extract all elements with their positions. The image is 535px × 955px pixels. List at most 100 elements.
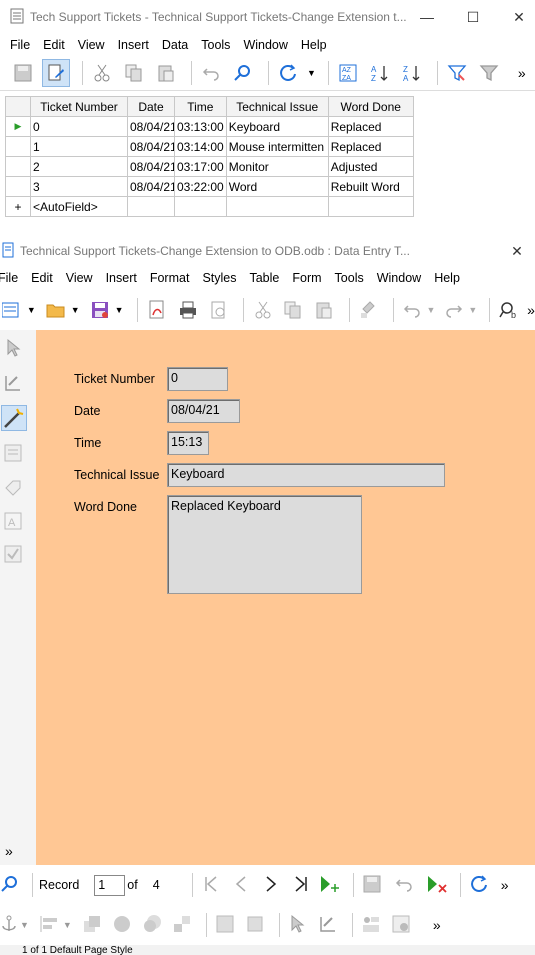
copy-icon[interactable]: [281, 297, 306, 323]
save-record-icon[interactable]: [362, 874, 382, 897]
circle-shape-icon[interactable]: [112, 914, 132, 937]
table-cell[interactable]: Mouse intermitten: [225, 136, 329, 157]
menu-file[interactable]: File: [10, 38, 37, 52]
table-cell[interactable]: [127, 196, 175, 217]
save-record-icon[interactable]: [10, 60, 36, 86]
table-cell[interactable]: 1: [30, 136, 128, 157]
menu-view[interactable]: View: [66, 271, 100, 285]
autofilter-icon[interactable]: [444, 60, 470, 86]
menu-format[interactable]: Format: [150, 271, 197, 285]
send-to-back-icon[interactable]: [142, 914, 162, 937]
sort-descending-icon[interactable]: ZA: [399, 60, 425, 86]
first-record-icon[interactable]: [203, 875, 219, 896]
cut-icon[interactable]: [250, 297, 275, 323]
chevron-down-icon[interactable]: ▼: [307, 68, 316, 78]
undo-icon[interactable]: [198, 60, 224, 86]
table-cell[interactable]: 03:22:00: [174, 176, 227, 197]
menu-insert[interactable]: Insert: [118, 38, 156, 52]
search-icon[interactable]: [230, 60, 256, 86]
export-pdf-icon[interactable]: [144, 297, 169, 323]
wizard-icon[interactable]: [1, 405, 27, 431]
table-cell[interactable]: Word: [225, 176, 329, 197]
print-icon[interactable]: [175, 297, 200, 323]
menu-edit[interactable]: Edit: [43, 38, 72, 52]
save-icon[interactable]: [88, 297, 113, 323]
refresh-icon[interactable]: [469, 874, 489, 897]
open-folder-icon[interactable]: [44, 297, 69, 323]
menu-file[interactable]: File: [0, 271, 25, 285]
previous-record-icon[interactable]: [233, 875, 249, 896]
table-cell[interactable]: Rebuilt Word: [327, 176, 414, 197]
select-pointer-icon[interactable]: [288, 914, 306, 937]
row-selector[interactable]: [5, 136, 31, 157]
table-cell[interactable]: 0: [30, 116, 128, 137]
technical-issue-field[interactable]: Keyboard: [167, 463, 445, 487]
sort-ascending-icon[interactable]: AZ: [367, 60, 393, 86]
table-cell[interactable]: 3: [30, 176, 128, 197]
table-cell[interactable]: 03:14:00: [174, 136, 227, 157]
table-cell[interactable]: 08/04/21: [127, 156, 175, 177]
menu-window[interactable]: Window: [377, 271, 428, 285]
undo-icon[interactable]: [400, 297, 425, 323]
table-cell[interactable]: Adjusted: [327, 156, 414, 177]
table-cell[interactable]: [174, 196, 227, 217]
menu-window[interactable]: Window: [243, 38, 294, 52]
design-mode-icon[interactable]: [3, 373, 23, 396]
row-selector[interactable]: [5, 156, 31, 177]
table-cell[interactable]: Keyboard: [225, 116, 329, 137]
new-document-icon[interactable]: [0, 297, 25, 323]
position-size-icon[interactable]: [245, 914, 265, 937]
control-properties-icon[interactable]: [361, 914, 381, 937]
table-cell[interactable]: [225, 196, 329, 217]
more-tools-icon[interactable]: »: [527, 302, 535, 318]
cut-icon[interactable]: [89, 60, 115, 86]
frame-icon[interactable]: [215, 914, 235, 937]
menu-help[interactable]: Help: [301, 38, 334, 52]
text-field-icon[interactable]: A: [3, 511, 23, 534]
table-cell[interactable]: 03:17:00: [174, 156, 227, 177]
print-preview-icon[interactable]: [206, 297, 231, 323]
sort-icon[interactable]: AZ ZA: [335, 60, 361, 86]
column-header[interactable]: Date: [127, 96, 175, 117]
form-design-icon[interactable]: [391, 914, 411, 937]
table-cell[interactable]: 08/04/21: [127, 136, 175, 157]
new-record-icon[interactable]: [319, 874, 341, 897]
maximize-button[interactable]: ☐: [464, 8, 482, 26]
work-done-field[interactable]: Replaced Keyboard: [167, 495, 362, 594]
more-tools-icon[interactable]: »: [433, 917, 441, 933]
tag-icon[interactable]: [3, 478, 23, 501]
record-number-input[interactable]: 1: [94, 874, 126, 896]
table-cell[interactable]: 2: [30, 156, 128, 177]
standard-filter-icon[interactable]: [476, 60, 502, 86]
chevron-down-icon[interactable]: ▼: [20, 920, 29, 930]
chevron-down-icon[interactable]: ▼: [27, 305, 36, 315]
more-tools-icon[interactable]: »: [5, 843, 13, 859]
time-field[interactable]: 15:13: [167, 431, 209, 455]
date-field[interactable]: 08/04/21: [167, 399, 240, 423]
table-row[interactable]: 2 08/04/21 03:17:00 Monitor Adjusted: [5, 156, 414, 177]
menu-table[interactable]: Table: [249, 271, 286, 285]
chevron-down-icon[interactable]: ▼: [63, 920, 72, 930]
chevron-down-icon[interactable]: ▼: [427, 305, 436, 315]
table-cell[interactable]: 08/04/21: [127, 176, 175, 197]
menu-edit[interactable]: Edit: [31, 271, 60, 285]
design-mode-icon[interactable]: [318, 914, 338, 937]
table-row[interactable]: 1 08/04/21 03:14:00 Mouse intermitten Re…: [5, 136, 414, 157]
anchor-icon[interactable]: [0, 914, 18, 937]
ticket-number-field[interactable]: 0: [167, 367, 228, 391]
delete-record-icon[interactable]: [426, 874, 448, 897]
more-tools-icon[interactable]: »: [501, 877, 509, 893]
redo-icon[interactable]: [441, 297, 466, 323]
table-cell[interactable]: 03:13:00: [174, 116, 227, 137]
table-row[interactable]: 3 08/04/21 03:22:00 Word Rebuilt Word: [5, 176, 414, 197]
form-properties-icon[interactable]: [3, 443, 23, 466]
table-row[interactable]: ▶ 0 08/04/21 03:13:00 Keyboard Replaced: [5, 116, 414, 137]
refresh-icon[interactable]: [275, 60, 301, 86]
minimize-button[interactable]: —: [418, 8, 436, 26]
menu-form[interactable]: Form: [292, 271, 328, 285]
close-button[interactable]: ✕: [510, 8, 528, 26]
group-icon[interactable]: [172, 914, 192, 937]
menu-tools[interactable]: Tools: [201, 38, 237, 52]
paste-icon[interactable]: [153, 60, 179, 86]
row-selector[interactable]: [5, 176, 31, 197]
